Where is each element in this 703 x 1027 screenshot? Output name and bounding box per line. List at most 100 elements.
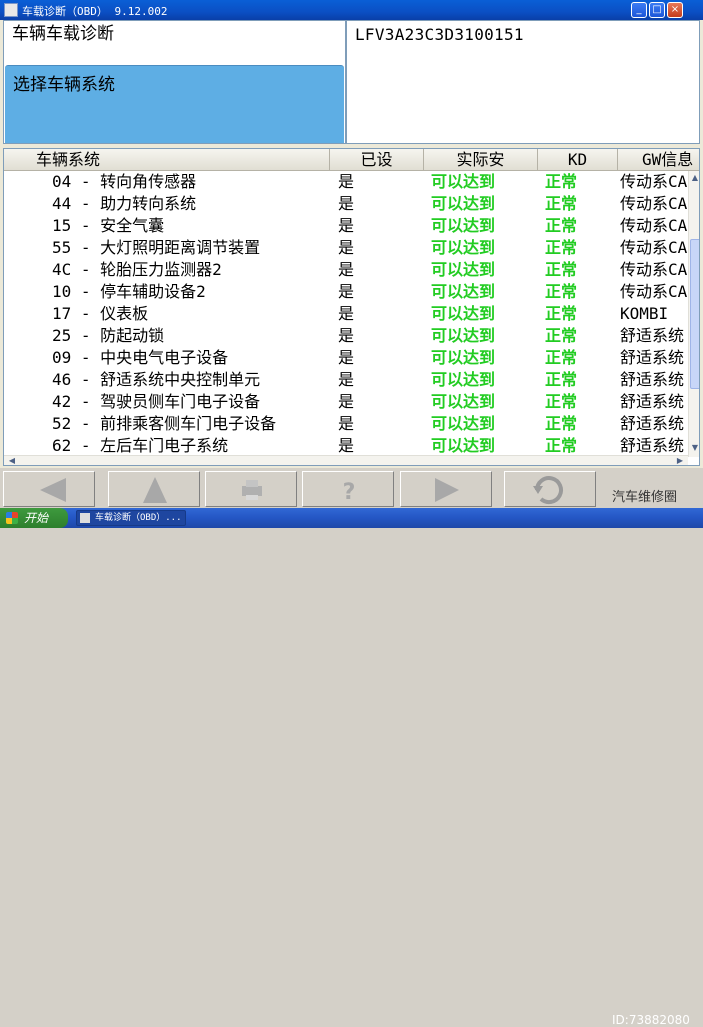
- watermark-text: 汽车维修圈: [612, 490, 678, 505]
- column-header-set[interactable]: 已设: [330, 149, 424, 171]
- navigation-pane: 车辆车载诊断 选择车辆系统: [3, 20, 346, 144]
- kd-status-cell: 正常: [545, 392, 578, 411]
- kd-status-cell: 正常: [545, 304, 578, 323]
- set-cell: 是: [338, 436, 355, 455]
- system-cell: 10 - 停车辅助设备2: [52, 282, 206, 301]
- system-cell: 25 - 防起动锁: [52, 326, 165, 345]
- actual-status-cell: 可以达到: [431, 392, 496, 411]
- gw-info-cell: 舒适系统: [620, 370, 685, 389]
- refresh-icon: [533, 476, 563, 505]
- table-row[interactable]: 09 - 中央电气电子设备 是 可以达到 正常 舒适系统: [4, 347, 688, 369]
- pane-header[interactable]: 车辆车载诊断: [4, 21, 345, 47]
- set-cell: 是: [338, 392, 355, 411]
- actual-status-cell: 可以达到: [431, 238, 496, 257]
- svg-text:?: ?: [343, 480, 356, 505]
- print-button[interactable]: [205, 471, 297, 507]
- table-row[interactable]: 4C - 轮胎压力监测器2 是 可以达到 正常 传动系CAN: [4, 259, 688, 281]
- system-cell: 55 - 大灯照明距离调节装置: [52, 238, 261, 257]
- vehicle-info-pane: LFV3A23C3D3100151: [346, 20, 700, 144]
- table-row[interactable]: 25 - 防起动锁 是 可以达到 正常 舒适系统: [4, 325, 688, 347]
- system-cell: 46 - 舒适系统中央控制单元: [52, 370, 261, 389]
- actual-status-cell: 可以达到: [431, 414, 496, 433]
- set-cell: 是: [338, 304, 355, 323]
- set-cell: 是: [338, 326, 355, 345]
- gw-info-cell: 传动系CAN: [620, 260, 688, 279]
- forward-button[interactable]: [400, 471, 492, 507]
- scroll-down-icon[interactable]: ▼: [689, 443, 699, 453]
- gw-info-cell: 舒适系统: [620, 392, 685, 411]
- app-window: 车载诊断（OBD） 9.12.002 _ □ × 车辆车载诊断 选择车辆系统 L…: [0, 0, 703, 508]
- system-cell: 17 - 仪表板: [52, 304, 149, 323]
- set-cell: 是: [338, 216, 355, 235]
- column-header-actual[interactable]: 实际安: [424, 149, 538, 171]
- table-row[interactable]: 42 - 驾驶员侧车门电子设备 是 可以达到 正常 舒适系统: [4, 391, 688, 413]
- window-title: 车载诊断（OBD） 9.12.002: [22, 5, 168, 18]
- windows-logo-icon: [6, 512, 18, 524]
- table-header: 车辆系统 已设 实际安 KD GW信息: [4, 149, 699, 171]
- table-row[interactable]: 17 - 仪表板 是 可以达到 正常 KOMBI: [4, 303, 688, 325]
- table-row[interactable]: 46 - 舒适系统中央控制单元 是 可以达到 正常 舒适系统: [4, 369, 688, 391]
- kd-status-cell: 正常: [545, 172, 578, 191]
- vin-number: LFV3A23C3D3100151: [355, 25, 524, 44]
- system-cell: 62 - 左后车门电子系统: [52, 436, 229, 455]
- system-cell: 4C - 轮胎压力监测器2: [52, 260, 222, 279]
- scroll-left-icon[interactable]: ◀: [6, 456, 18, 465]
- column-header-gw[interactable]: GW信息: [618, 149, 699, 171]
- gw-info-cell: 传动系CAN: [620, 238, 688, 257]
- actual-status-cell: 可以达到: [431, 436, 496, 455]
- up-icon: [143, 477, 167, 503]
- start-label: 开始: [24, 511, 49, 525]
- back-icon: [40, 478, 66, 502]
- set-cell: 是: [338, 414, 355, 433]
- help-icon: ?: [343, 480, 356, 505]
- table-row[interactable]: 52 - 前排乘客侧车门电子设备 是 可以达到 正常 舒适系统: [4, 413, 688, 435]
- scroll-up-icon[interactable]: ▲: [689, 173, 699, 183]
- table-row[interactable]: 04 - 转向角传感器 是 可以达到 正常 传动系CAN: [4, 171, 688, 193]
- minimize-button[interactable]: _: [631, 2, 647, 18]
- selected-step[interactable]: 选择车辆系统: [5, 65, 344, 143]
- back-button[interactable]: [3, 471, 95, 507]
- actual-status-cell: 可以达到: [431, 326, 496, 345]
- maximize-button[interactable]: □: [649, 2, 665, 18]
- actual-status-cell: 可以达到: [431, 194, 496, 213]
- table-row[interactable]: 10 - 停车辅助设备2 是 可以达到 正常 传动系CAN: [4, 281, 688, 303]
- table-row[interactable]: 44 - 助力转向系统 是 可以达到 正常 传动系CAN: [4, 193, 688, 215]
- set-cell: 是: [338, 172, 355, 191]
- vertical-scrollbar[interactable]: ▲ ▼: [688, 171, 699, 457]
- app-icon: [80, 513, 90, 523]
- system-cell: 04 - 转向角传感器: [52, 172, 197, 191]
- start-button[interactable]: 开始: [0, 508, 68, 528]
- kd-status-cell: 正常: [545, 260, 578, 279]
- scroll-right-icon[interactable]: ▶: [674, 456, 686, 465]
- kd-status-cell: 正常: [545, 414, 578, 433]
- title-bar[interactable]: 车载诊断（OBD） 9.12.002 _ □ ×: [0, 0, 703, 20]
- taskbar: 开始 车载诊断（OBD）... ID:73882080: [0, 508, 703, 1027]
- vehicle-systems-table: 车辆系统 已设 实际安 KD GW信息 04 - 转向角传感器是可以达到 正常 传动…: [3, 148, 700, 466]
- table-row[interactable]: 62 - 左后车门电子系统 是 可以达到 正常 舒适系统: [4, 435, 688, 457]
- column-header-kd[interactable]: KD: [538, 149, 618, 171]
- system-cell: 09 - 中央电气电子设备: [52, 348, 229, 367]
- set-cell: 是: [338, 194, 355, 213]
- up-button[interactable]: [108, 471, 200, 507]
- column-header-system[interactable]: 车辆系统: [4, 149, 330, 171]
- actual-status-cell: 可以达到: [431, 348, 496, 367]
- close-button[interactable]: ×: [667, 2, 683, 18]
- bottom-toolbar: ?: [0, 468, 703, 508]
- forward-icon: [435, 478, 459, 502]
- help-button[interactable]: ?: [302, 471, 394, 507]
- horizontal-scrollbar[interactable]: ◀ ▶: [4, 455, 688, 465]
- set-cell: 是: [338, 348, 355, 367]
- taskbar-app-button[interactable]: 车载诊断（OBD）...: [76, 510, 186, 526]
- set-cell: 是: [338, 260, 355, 279]
- scroll-thumb[interactable]: [690, 239, 699, 389]
- table-row[interactable]: 15 - 安全气囊 是 可以达到 正常 传动系CAN: [4, 215, 688, 237]
- taskbar-app-label: 车载诊断（OBD）...: [95, 513, 182, 523]
- kd-status-cell: 正常: [545, 326, 578, 345]
- kd-status-cell: 正常: [545, 194, 578, 213]
- table-body: 04 - 转向角传感器是可以达到正常传动系CAN44 - 助力转向系统是可以达到…: [4, 171, 688, 457]
- actual-status-cell: 可以达到: [431, 304, 496, 323]
- table-row[interactable]: 55 - 大灯照明距离调节装置 是 可以达到 正常 传动系CAN: [4, 237, 688, 259]
- app-icon: [4, 3, 18, 17]
- kd-status-cell: 正常: [545, 370, 578, 389]
- refresh-button[interactable]: [504, 471, 596, 507]
